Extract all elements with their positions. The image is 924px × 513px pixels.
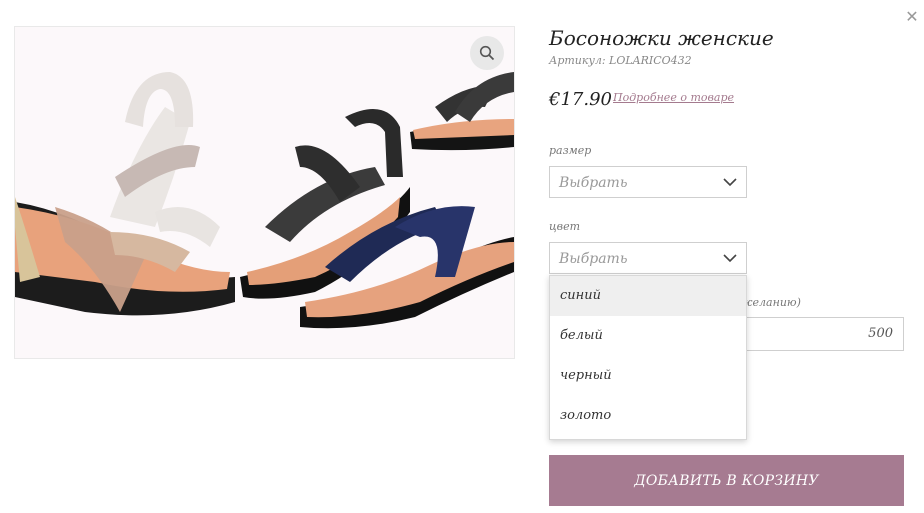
add-to-cart-button[interactable]: ДОБАВИТЬ В КОРЗИНУ bbox=[549, 455, 904, 506]
product-title: Босоножки женские bbox=[549, 26, 774, 50]
product-image bbox=[14, 26, 515, 359]
quantity-input[interactable]: 500 bbox=[739, 317, 904, 351]
zoom-button[interactable] bbox=[470, 36, 504, 70]
size-select[interactable]: Выбрать bbox=[549, 166, 747, 198]
color-option[interactable]: синий bbox=[550, 276, 746, 316]
color-dropdown-menu: синий белый черный золото bbox=[549, 275, 747, 440]
product-details-link[interactable]: Подробнее о товаре bbox=[613, 91, 734, 104]
size-select-value: Выбрать bbox=[559, 175, 628, 191]
color-select-value: Выбрать bbox=[559, 251, 628, 267]
sandals-photo bbox=[15, 27, 514, 358]
product-sku: Артикул: LOLARICO432 bbox=[549, 54, 692, 67]
product-price: €17.90 bbox=[549, 89, 612, 110]
color-label: цвет bbox=[549, 220, 581, 233]
quantity-label: желанию) bbox=[740, 296, 801, 309]
size-label: размер bbox=[549, 144, 592, 157]
quantity-value: 500 bbox=[868, 326, 893, 341]
chevron-down-icon bbox=[723, 178, 737, 187]
zoom-icon bbox=[479, 45, 495, 61]
color-option[interactable]: белый bbox=[550, 316, 746, 356]
color-select[interactable]: Выбрать bbox=[549, 242, 747, 274]
close-icon[interactable]: ✕ bbox=[903, 8, 921, 26]
color-option[interactable]: черный bbox=[550, 356, 746, 396]
chevron-down-icon bbox=[723, 254, 737, 263]
color-option[interactable]: золото bbox=[550, 396, 746, 436]
